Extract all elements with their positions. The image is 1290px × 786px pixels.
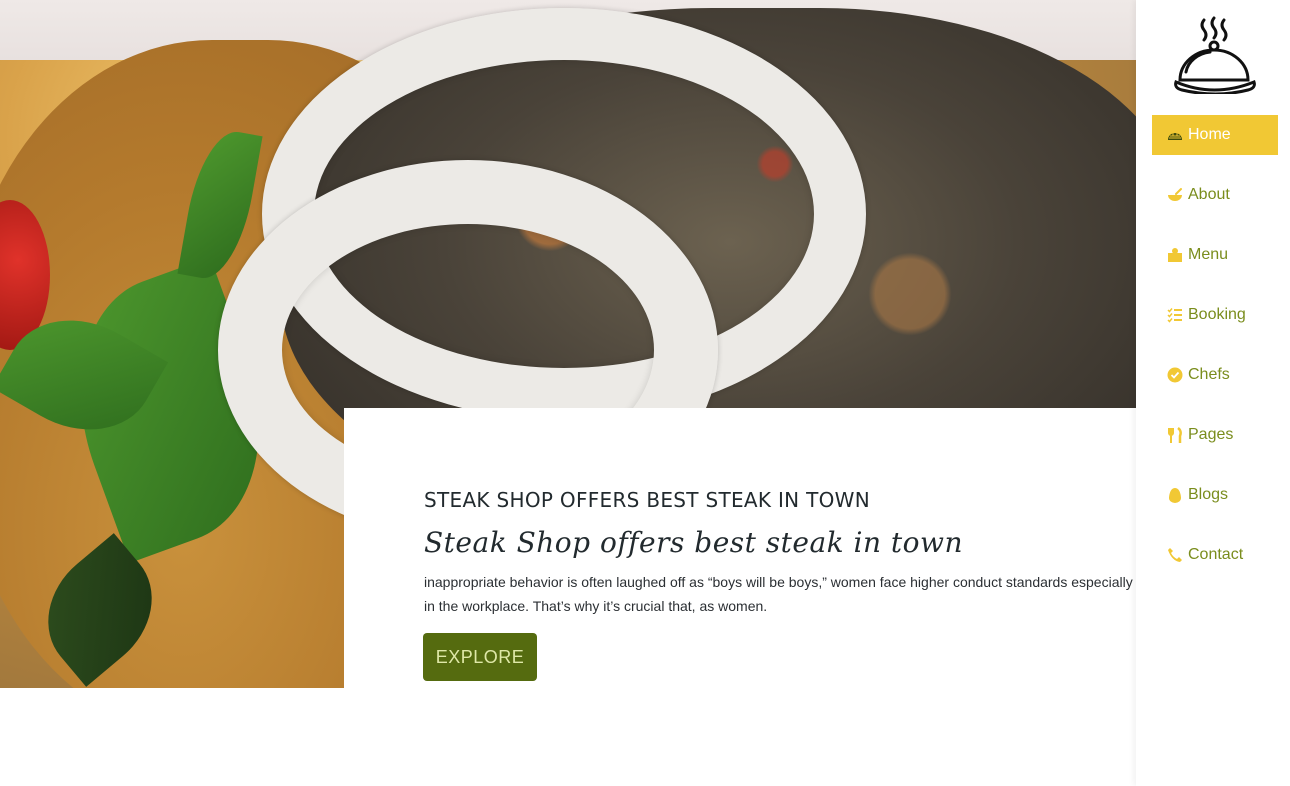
chef-icon xyxy=(1166,247,1184,263)
explore-button[interactable]: EXPLORE xyxy=(423,633,537,681)
nav-item-contact[interactable]: Contact xyxy=(1152,535,1278,575)
nav-item-booking[interactable]: Booking xyxy=(1152,295,1278,335)
list-check-icon xyxy=(1166,307,1184,323)
check-circle-icon xyxy=(1166,367,1184,383)
nav-label: Home xyxy=(1188,126,1231,143)
nav-item-pages[interactable]: Pages xyxy=(1152,415,1278,455)
nav-item-home[interactable]: Home xyxy=(1152,115,1278,155)
egg-icon xyxy=(1166,487,1184,503)
nav-label: Booking xyxy=(1188,306,1246,323)
hero-card: STEAK SHOP OFFERS BEST STEAK IN TOWN Ste… xyxy=(344,408,1136,688)
nav-label: Pages xyxy=(1188,426,1234,443)
nav-item-chefs[interactable]: Chefs xyxy=(1152,355,1278,395)
nav-label: About xyxy=(1188,186,1230,203)
nav-label: Contact xyxy=(1188,546,1244,563)
nav-label: Menu xyxy=(1188,246,1229,263)
nav-label: Blogs xyxy=(1188,486,1229,503)
hero-description: inappropriate behavior is often laughed … xyxy=(424,574,1133,614)
nav-item-about[interactable]: About xyxy=(1152,175,1278,215)
nav-label: Chefs xyxy=(1188,366,1230,383)
side-nav: Home About Menu Booking Chefs Pages Blog… xyxy=(1136,0,1290,786)
cloche-logo-icon[interactable] xyxy=(1174,16,1258,96)
nav-item-blogs[interactable]: Blogs xyxy=(1152,475,1278,515)
hero-script-title: Steak Shop offers best steak in town xyxy=(424,526,964,559)
bowl-icon xyxy=(1166,187,1184,203)
utensils-icon xyxy=(1166,427,1184,443)
nav-item-menu[interactable]: Menu xyxy=(1152,235,1278,275)
igloo-icon xyxy=(1166,127,1184,143)
hero-kicker: STEAK SHOP OFFERS BEST STEAK IN TOWN xyxy=(424,488,870,512)
phone-icon xyxy=(1166,547,1184,563)
